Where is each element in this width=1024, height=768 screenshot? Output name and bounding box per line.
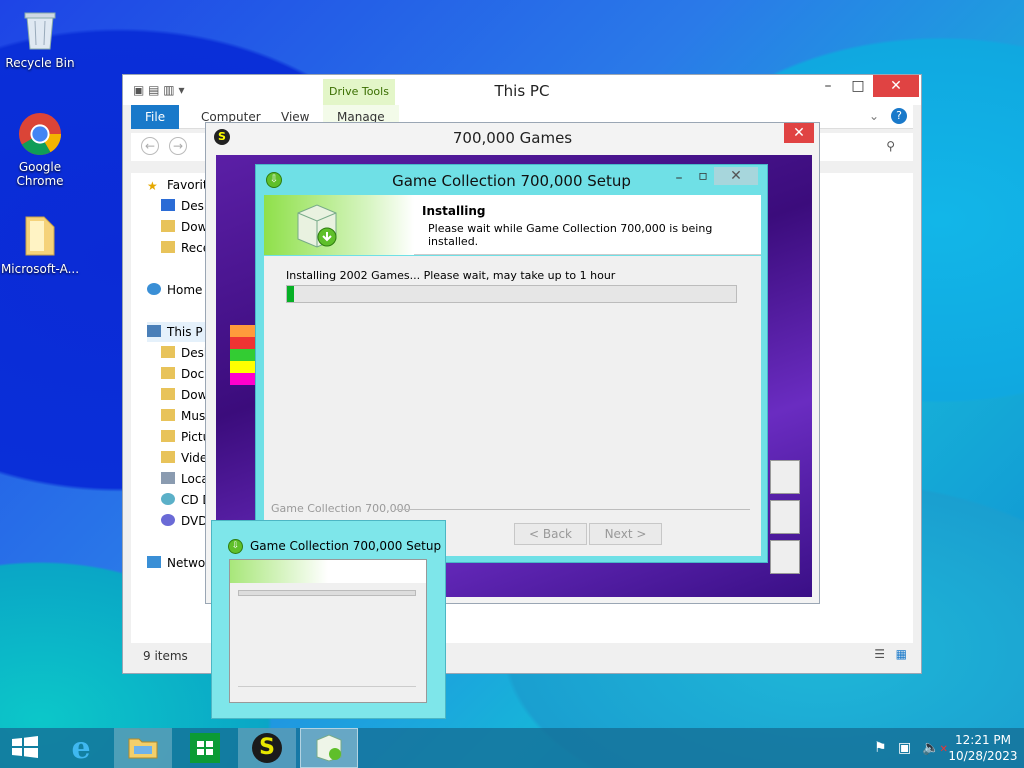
taskbar-thumbnail-preview[interactable]: ⇩ Game Collection 700,000 Setup [211,520,446,719]
footer-brand-label: Game Collection 700,000 [271,502,411,515]
local-disk-icon [161,472,175,484]
desktop-icon-chrome[interactable]: Google Chrome [0,112,80,188]
tab-file[interactable]: File [131,105,180,129]
recycle-bin-icon [18,8,62,52]
start-icon [12,735,38,761]
install-progress-bar [286,285,737,303]
close-button[interactable]: ✕ [784,123,814,143]
nav-item[interactable]: Netwo [147,553,211,573]
network-tray-icon[interactable]: ▣ [898,740,911,756]
setup-dialog: ⇩ Game Collection 700,000 Setup – ▫ ✕ In… [255,164,768,563]
details-view-icon[interactable]: ☰ [874,647,885,661]
chevron-down-icon[interactable]: ⌄ [869,109,879,123]
taskbar-games-launcher[interactable]: S [238,728,296,768]
desktop-icon [161,199,175,211]
desktop-icon-label: Google Chrome [16,160,64,188]
preview-window-snapshot [229,559,427,703]
music-icon [161,409,175,421]
store-icon [190,733,220,763]
dvd-drive-icon [161,514,175,526]
menu-button-2[interactable] [770,500,800,534]
status-bar: 9 items 1 [143,649,221,663]
network-icon [147,556,161,568]
setup-header: Installing Please wait while Game Collec… [264,195,761,255]
explorer-titlebar[interactable]: ▣ ▤ ▥ ▾ This PC Drive Tools – □ ✕ [123,75,921,105]
clock-time: 12:21 PM [955,733,1011,747]
desktop-icon-folder[interactable]: Microsoft-A... [0,214,80,276]
next-button[interactable]: Next > [589,523,662,545]
maximize-button[interactable]: □ [843,75,873,97]
install-heading: Installing [422,204,486,218]
nav-item[interactable]: This P [147,322,211,342]
taskbar-store[interactable] [176,728,234,768]
star-icon: ★ [147,179,158,193]
navigation-pane: ★ Favorit Desk Dow Rece Home This P Desk … [131,173,212,643]
back-button[interactable]: < Back [514,523,587,545]
volume-muted-icon[interactable]: 🔈✕ [922,740,948,756]
nav-item[interactable]: Home [147,280,211,300]
desktop-icon-recycle-bin[interactable]: Recycle Bin [0,8,80,70]
videos-icon [161,451,175,463]
cd-drive-icon [161,493,175,505]
close-button[interactable]: ✕ [873,75,919,97]
documents-icon [161,367,175,379]
preview-title: Game Collection 700,000 Setup [250,539,442,553]
forward-arrow-icon[interactable]: → [169,137,187,155]
install-status-text: Installing 2002 Games... Please wait, ma… [286,269,616,282]
pictures-icon [161,430,175,442]
flag-icon[interactable]: ⚑ [874,740,887,756]
clock[interactable]: 12:21 PM 10/28/2023 [948,732,1018,764]
desktop-icon-label: Microsoft-A... [0,262,80,276]
taskbar-internet-explorer[interactable]: e [52,728,110,768]
downloads-icon [161,388,175,400]
internet-explorer-icon: e [71,730,91,766]
minimize-button[interactable]: – [813,75,843,97]
back-arrow-icon[interactable]: ← [141,137,159,155]
window-title: 700,000 Games [452,129,573,147]
clock-date: 10/28/2023 [948,749,1018,763]
computer-icon [147,325,161,337]
close-button[interactable]: ✕ [714,167,758,185]
taskbar-setup[interactable] [300,728,358,768]
homegroup-icon [147,283,161,295]
setup-titlebar[interactable]: ⇩ Game Collection 700,000 Setup – ▫ ✕ [256,165,767,195]
menu-button-1[interactable] [770,460,800,494]
help-icon[interactable]: ? [891,108,907,124]
games-launcher-icon: S [252,733,282,763]
nav-item[interactable]: ★ Favorit [147,175,211,195]
window-title: This PC [494,82,550,100]
footer-divider [396,509,750,510]
drive-tools-tab-header: Drive Tools [323,79,395,105]
search-icon[interactable]: ⚲ [886,139,895,153]
chrome-icon [18,112,62,156]
setup-app-icon: ⇩ [228,539,243,554]
setup-icon [314,732,344,765]
progress-fill [287,286,294,302]
desktop-icon-label: Recycle Bin [5,56,75,70]
install-subheading: Please wait while Game Collection 700,00… [428,222,713,248]
folder-icon [18,214,62,258]
file-explorer-icon [128,735,158,762]
taskbar: e S ⚑ ▣ 🔈✕ 12:21 PM 10/28/2023 [0,728,1024,768]
large-icons-view-icon[interactable]: ▦ [896,647,907,661]
installer-box-icon [294,201,340,252]
folder-icon [161,346,175,358]
setup-body: Installing 2002 Games... Please wait, ma… [264,256,761,556]
start-button[interactable] [0,728,50,768]
game-tiles-decoration [230,325,258,385]
downloads-icon [161,220,175,232]
recent-icon [161,241,175,253]
taskbar-file-explorer[interactable] [114,728,172,768]
menu-button-3[interactable] [770,540,800,574]
item-count: 9 items [143,649,188,663]
